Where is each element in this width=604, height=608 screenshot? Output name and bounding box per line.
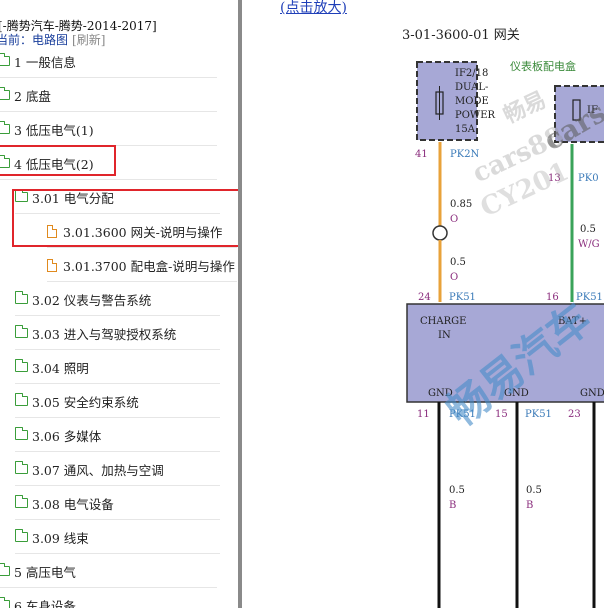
tree-item-multimedia[interactable]: 3.06 多媒体 — [15, 418, 220, 452]
fuse-line5: 15A — [455, 124, 476, 135]
pin-label-pk0: PK0 — [578, 173, 599, 184]
tree-item-label: 3.06 多媒体 — [32, 428, 102, 444]
tree-item-label: 2 底盘 — [14, 88, 51, 104]
tree-item-label: 3.07 通风、加热与空调 — [32, 462, 164, 478]
folder-icon — [15, 291, 28, 304]
tree-item-label: 3.01.3700 配电盒-说明与操作 — [63, 258, 235, 274]
tree-item-body-equipment[interactable]: 6 车身设备 — [0, 588, 217, 608]
folder-icon — [15, 393, 28, 406]
tree-item-label: 3.09 线束 — [32, 530, 89, 546]
tree-item-label: 5 高压电气 — [14, 564, 76, 580]
tree-item-safety-restraint[interactable]: 3.05 安全约束系统 — [15, 384, 220, 418]
folder-icon — [15, 427, 28, 440]
tree-item-low-voltage-1[interactable]: 3 低压电气(1) — [0, 112, 217, 146]
folder-icon — [15, 529, 28, 542]
tree-item-label: 3.03 进入与驾驶授权系统 — [32, 326, 177, 342]
tree-item-label: 3 低压电气(1) — [14, 122, 94, 138]
tree-item-entry-authorization[interactable]: 3.03 进入与驾驶授权系统 — [15, 316, 220, 350]
folder-icon — [15, 325, 28, 338]
pin-41: 41 — [415, 149, 428, 160]
sidebar-tree: [-腾势汽车-腾势-2014-2017] 当前：电路图 [刷新] 1 一般信息 2… — [0, 0, 238, 608]
folder-icon — [15, 461, 28, 474]
folder-icon — [15, 495, 28, 508]
diagram-pane: (点击放大) 3-01-3600-01 网关 IF2/18 DUAL- MODE… — [242, 0, 604, 608]
tree-item-label: 3.08 电气设备 — [32, 496, 114, 512]
tree-item-high-voltage[interactable]: 5 高压电气 — [0, 554, 217, 588]
highlight-box — [0, 145, 116, 176]
tree-item-distribution-box[interactable]: 3.01.3700 配电盒-说明与操作 — [47, 248, 237, 282]
tree-item-label: 3.02 仪表与警告系统 — [32, 292, 152, 308]
tree-item-wiring-harness[interactable]: 3.09 线束 — [15, 520, 220, 554]
tree-item-electrical-equipment[interactable]: 3.08 电气设备 — [15, 486, 220, 520]
wire1-gauge: 0.85 — [450, 199, 472, 210]
wire3-color: W/G — [578, 239, 600, 250]
pin-24: 24 — [418, 292, 431, 303]
pin-label-pk51-d: PK51 — [525, 409, 552, 420]
wire2-gauge: 0.5 — [450, 257, 466, 268]
tree-item-hvac[interactable]: 3.07 通风、加热与空调 — [15, 452, 220, 486]
splice-connector — [432, 225, 448, 241]
highlight-box — [12, 189, 238, 247]
wire2-color: O — [450, 272, 458, 283]
wire4-gauge: 0.5 — [449, 485, 465, 496]
tree-item-instrument-warning[interactable]: 3.02 仪表与警告系统 — [15, 282, 220, 316]
wire5-color: B — [526, 500, 533, 511]
tree-item-chassis[interactable]: 2 底盘 — [0, 78, 217, 112]
document-icon — [47, 258, 57, 272]
tree-item-general-info[interactable]: 1 一般信息 — [0, 44, 217, 78]
folder-icon — [0, 87, 10, 100]
tree-item-lighting[interactable]: 3.04 照明 — [15, 350, 220, 384]
wire4-color: B — [449, 500, 456, 511]
wire3-gauge: 0.5 — [580, 224, 596, 235]
tree-item-label: 1 一般信息 — [14, 54, 76, 70]
folder-icon — [15, 359, 28, 372]
fuse-line3: MODE — [455, 96, 489, 107]
module-gnd-3: GND — [580, 388, 604, 399]
wire1-color: O — [450, 214, 458, 225]
pin-11: 11 — [417, 409, 430, 420]
folder-icon — [0, 597, 10, 608]
fuse-line1: IF2/18 — [455, 68, 488, 79]
folder-icon — [0, 53, 10, 66]
fuse-line4: POWER — [455, 110, 496, 121]
module-charge: CHARGE — [420, 316, 466, 327]
panel-label: 仪表板配电盒 — [510, 59, 576, 73]
folder-icon — [0, 563, 10, 576]
folder-icon — [0, 121, 10, 134]
pin-label-pk51-b: PK51 — [576, 292, 603, 303]
tree-item-label: 3.05 安全约束系统 — [32, 394, 139, 410]
module-in: IN — [438, 330, 451, 341]
tree-item-label: 3.04 照明 — [32, 360, 89, 376]
pin-23: 23 — [568, 409, 581, 420]
tree-item-label: 6 车身设备 — [14, 598, 76, 608]
wire5-gauge: 0.5 — [526, 485, 542, 496]
pin-label-pk51-a: PK51 — [449, 292, 476, 303]
fuse-line2: DUAL- — [455, 82, 488, 93]
